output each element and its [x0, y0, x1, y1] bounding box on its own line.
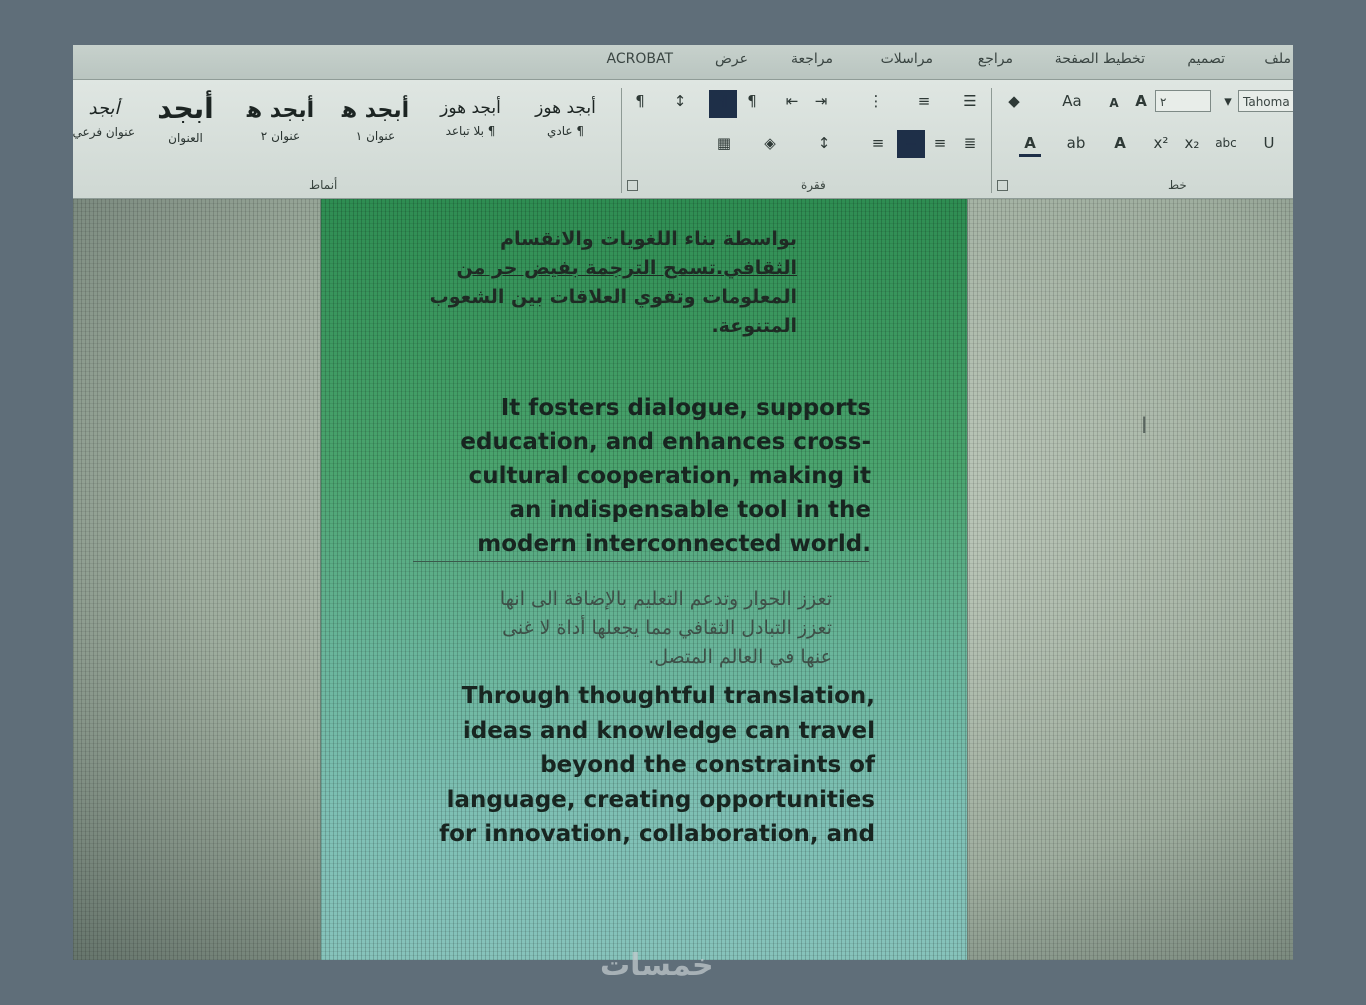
style-heading-2[interactable]: أبجد ﻫ عنوان ٢	[233, 98, 328, 170]
document-page[interactable]: بواسطة بناء اللغويات والانقسام الثقافي.ت…	[320, 199, 968, 960]
text-line: المتنوعة.	[711, 315, 797, 337]
change-case-icon[interactable]: Aa	[1057, 90, 1087, 112]
style-normal[interactable]: أبجد هوز ¶ عادي	[518, 98, 613, 170]
style-preview: أبجد	[157, 92, 214, 125]
text-line: education, and enhances cross-	[460, 429, 871, 455]
tab-mailings[interactable]: مراسلات	[881, 51, 933, 67]
borders-icon[interactable]: ▦	[713, 132, 735, 154]
font-color-icon[interactable]: A	[1019, 132, 1041, 157]
text-line: an indispensable tool in the	[509, 497, 871, 523]
text-effects-icon[interactable]: A	[1109, 132, 1131, 154]
english-paragraph-1: It fosters dialogue, supports education,…	[460, 391, 871, 561]
style-name: ¶ عادي	[546, 124, 584, 138]
text-line: المعلومات وتقوي العلاقات بين الشعوب	[429, 286, 797, 308]
text-line: تعزز التبادل الثقافي مما يجعلها أداة لا …	[502, 617, 832, 639]
line-spacing-icon[interactable]: ↕	[813, 132, 835, 154]
group-separator	[621, 88, 622, 193]
style-preview: أبجد هوز	[535, 98, 596, 118]
tab-references[interactable]: مراجع	[978, 51, 1013, 67]
text-line: ideas and knowledge can travel	[462, 717, 875, 744]
text-line: Through thoughtful translation,	[461, 683, 875, 709]
font-name-chevron-icon[interactable]: ▾	[1217, 90, 1239, 112]
bullets-icon[interactable]: ⋮	[865, 90, 887, 112]
tab-layout[interactable]: تخطيط الصفحة	[1055, 51, 1145, 67]
document-workspace[interactable]: بواسطة بناء اللغويات والانقسام الثقافي.ت…	[73, 199, 1293, 960]
tab-design[interactable]: تصميم	[1187, 51, 1225, 67]
arabic-paragraph-1: بواسطة بناء اللغويات والانقسام الثقافي.ت…	[430, 225, 797, 341]
text-line: الثقافي.تسمح الترجمة بفيض حر من	[456, 257, 798, 279]
style-name: عنوان فرعي	[73, 125, 135, 139]
strikethrough-icon[interactable]: abc	[1211, 132, 1241, 154]
text-line: It fosters dialogue, supports	[500, 395, 871, 421]
highlight-color-icon[interactable]: ab	[1065, 132, 1087, 154]
shrink-font-icon[interactable]: A	[1103, 92, 1125, 114]
text-line: بواسطة بناء اللغويات والانقسام	[500, 228, 797, 250]
style-heading-1[interactable]: أبجد ﻫ عنوان ١	[328, 98, 423, 170]
shading-icon[interactable]: ◈	[759, 132, 781, 154]
multilevel-list-icon[interactable]: ☰	[959, 90, 981, 112]
text-line: تعزز الحوار وتدعم التعليم بالإضافة الى ا…	[499, 588, 832, 610]
text-line: modern interconnected world.	[477, 531, 871, 557]
align-right-icon[interactable]: ≡	[929, 132, 951, 154]
text-line: for innovation, collaboration, and	[439, 821, 875, 847]
font-name-dropdown[interactable]: Tahoma	[1238, 90, 1293, 112]
style-preview: أبجد هوز	[440, 98, 501, 118]
text-line: cultural cooperation, making it	[468, 463, 871, 489]
rtl-direction-icon[interactable]: ¶	[741, 90, 763, 112]
english-paragraph-2: Through thoughtful translation, ideas an…	[439, 679, 875, 852]
decrease-indent-icon[interactable]: ⇤	[781, 90, 803, 112]
align-left-icon[interactable]: ≡	[867, 132, 889, 154]
paragraph-group-label: فقرة	[801, 178, 826, 192]
style-title[interactable]: أبجد العنوان	[138, 92, 233, 170]
style-preview: أبجد ﻫ	[341, 98, 410, 123]
font-dialog-launcher-icon[interactable]	[997, 180, 1008, 191]
text-line: عنها في العالم المتصل.	[648, 646, 832, 668]
style-no-spacing[interactable]: أبجد هوز ¶ بلا تباعد	[423, 98, 518, 170]
group-separator	[991, 88, 992, 193]
numbering-icon[interactable]: ≡	[913, 90, 935, 112]
ribbon-tabs: ملف تصميم تخطيط الصفحة مراجع مراسلات مرا…	[73, 45, 1293, 80]
tab-acrobat[interactable]: ACROBAT	[607, 51, 674, 67]
style-name: عنوان ٢	[260, 129, 301, 143]
style-name: ¶ بلا تباعد	[445, 124, 496, 138]
tab-file[interactable]: ملف	[1264, 51, 1291, 67]
increase-indent-icon[interactable]: ⇥	[810, 90, 832, 112]
font-size-dropdown[interactable]: ٢	[1155, 90, 1211, 112]
superscript-icon[interactable]: x²	[1150, 132, 1172, 154]
word-window-photo: ملف تصميم تخطيط الصفحة مراجع مراسلات مرا…	[73, 45, 1293, 960]
tab-review[interactable]: مراجعة	[791, 51, 833, 67]
text-line: language, creating opportunities	[446, 786, 875, 813]
tab-view[interactable]: عرض	[715, 51, 748, 67]
grow-font-icon[interactable]: A	[1130, 90, 1152, 112]
paragraph-dialog-launcher-icon[interactable]	[627, 180, 638, 191]
align-center-icon[interactable]: ≡	[897, 130, 925, 158]
ribbon: Tahoma ▾ ٢ A A Aa ◆ U abc x₂ x² A ab A خ…	[73, 80, 1293, 199]
style-preview: أبجد ﻫ	[246, 98, 315, 123]
text-line: beyond the constraints of	[540, 752, 875, 778]
clear-formatting-icon[interactable]: ◆	[1003, 90, 1025, 112]
text-cursor-icon: I	[1141, 414, 1148, 439]
divider	[413, 561, 869, 562]
ltr-direction-icon[interactable]: ¶	[709, 90, 737, 118]
watermark-logo: خمسات	[600, 948, 714, 983]
style-name: العنوان	[168, 131, 203, 145]
arabic-paragraph-2: تعزز الحوار وتدعم التعليم بالإضافة الى ا…	[500, 585, 832, 672]
underline-icon[interactable]: U	[1258, 132, 1280, 154]
style-preview: أبجد	[88, 98, 120, 119]
styles-group-label: أنماط	[309, 178, 338, 192]
style-subtitle[interactable]: أبجد عنوان فرعي	[73, 98, 135, 170]
font-group-label: خط	[1168, 178, 1187, 192]
show-marks-icon[interactable]: ¶	[629, 90, 651, 112]
justify-icon[interactable]: ≣	[959, 132, 981, 154]
subscript-icon[interactable]: x₂	[1181, 132, 1203, 154]
style-name: عنوان ١	[355, 129, 396, 143]
sort-icon[interactable]: ↕	[669, 90, 691, 112]
